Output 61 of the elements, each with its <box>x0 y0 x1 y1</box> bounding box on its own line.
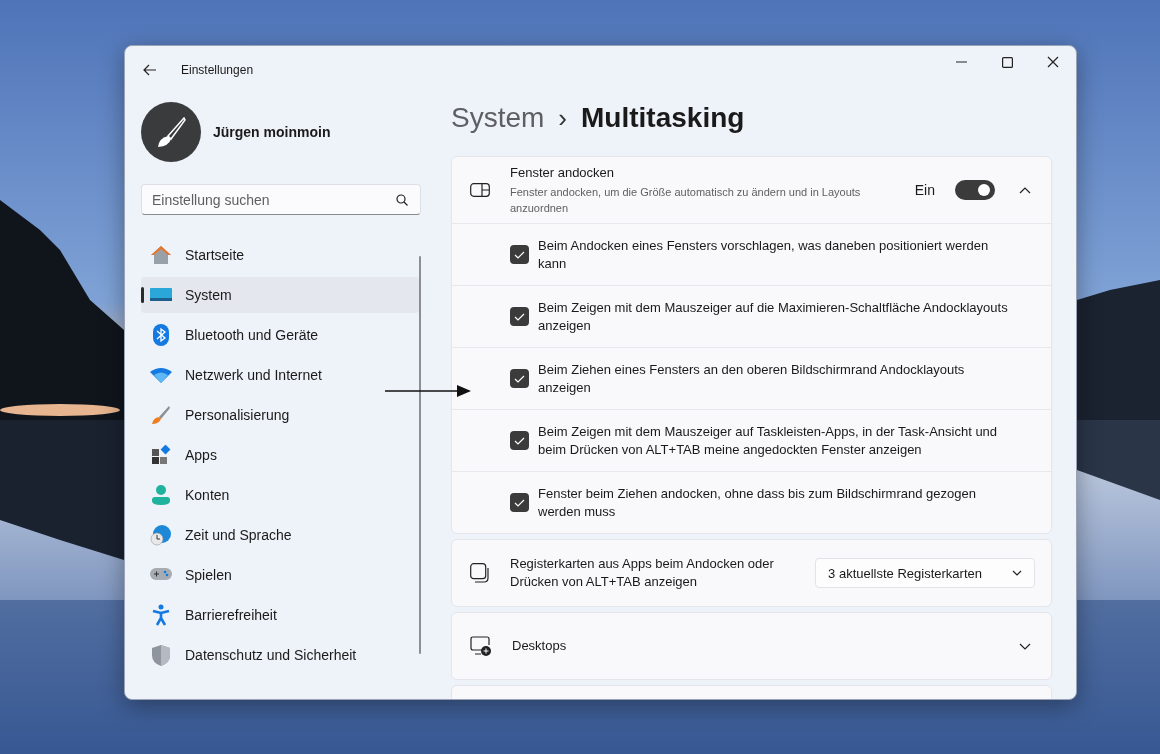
house-icon <box>150 245 172 265</box>
checkmark-icon <box>514 436 525 445</box>
sidebar-item[interactable]: Barrierefreiheit <box>141 597 419 633</box>
checkbox[interactable] <box>510 493 529 512</box>
monitor-plus-icon <box>470 635 492 657</box>
person-icon <box>151 485 171 505</box>
window-snap-icon <box>470 183 490 197</box>
checkmark-icon <box>514 498 525 507</box>
scrollbar-thumb[interactable] <box>419 256 421 654</box>
sidebar-item[interactable]: System <box>141 277 419 313</box>
checkbox[interactable] <box>510 245 529 264</box>
close-icon <box>1047 56 1059 68</box>
gamepad-icon <box>150 568 172 582</box>
sidebar-item[interactable]: Zeit und Sprache <box>141 517 419 553</box>
search-icon <box>396 194 408 206</box>
checkmark-icon <box>514 250 525 259</box>
checkbox[interactable] <box>510 307 529 326</box>
maximize-icon <box>1001 56 1013 68</box>
monitor-icon <box>150 287 172 303</box>
wifi-icon <box>150 367 172 383</box>
shield-icon <box>152 644 170 666</box>
sidebar-item[interactable]: Bluetooth und Geräte <box>141 317 419 353</box>
paintbrush-icon <box>156 116 186 148</box>
search-field[interactable]: Einstellung suchen <box>141 184 421 215</box>
back-arrow-icon <box>143 64 157 76</box>
breadcrumb-separator: › <box>558 102 568 134</box>
sidebar-item[interactable]: Personalisierung <box>141 397 419 433</box>
window-title: Einstellungen <box>181 63 255 77</box>
sidebar-item[interactable]: Datenschutz und Sicherheit <box>141 637 419 673</box>
minimize-icon <box>955 61 967 63</box>
checkbox-label: Beim Zeigen mit dem Mauszeiger auf Taskleisten-Apps, in der Task-Ansicht und beim Drücken von ALT+TAB meine angedockten Fenster anzeigen <box>538 422 999 459</box>
checkmark-icon <box>514 374 525 383</box>
chevron-icon <box>1012 570 1022 576</box>
accessibility-icon <box>152 604 170 626</box>
setting-title: Desktops <box>512 637 568 655</box>
breadcrumb-parent[interactable]: System <box>451 102 545 134</box>
bluetooth-icon <box>153 324 169 346</box>
checkbox-label: Beim Ziehen eines Fensters an den oberen Bildschirmrand Andocklayouts anzeigen <box>538 360 966 397</box>
globe-clock-icon <box>150 524 172 546</box>
checkbox-label: Beim Andocken eines Fensters vorschlagen, was daneben positioniert werden kann <box>538 236 990 273</box>
page-title: Multitasking <box>581 102 745 134</box>
toggle-label: Ein <box>914 182 935 198</box>
sidebar-item[interactable]: Netzwerk und Internet <box>141 357 419 393</box>
paintbrush-icon <box>151 405 171 425</box>
sidebar-item[interactable]: Apps <box>141 437 419 473</box>
user-name: Jürgen moinmoin <box>213 124 331 140</box>
sidebar-item[interactable]: Startseite <box>141 237 419 273</box>
stacked-windows-icon <box>470 563 490 583</box>
apps-icon <box>151 445 171 465</box>
dropdown[interactable]: 3 aktuellste Registerkarten <box>815 558 1035 588</box>
setting-title: Registerkarten aus Apps beim Andocken oder Drücken von ALT+TAB anzeigen <box>510 555 775 591</box>
checkbox[interactable] <box>510 431 529 450</box>
checkmark-icon <box>514 312 525 321</box>
checkbox-label: Fenster beim Ziehen andocken, ohne dass bis zum Bildschirmrand gezogen werden muss <box>538 484 977 521</box>
checkbox-label: Beim Zeigen mit dem Mauszeiger auf die Maximieren-Schaltfläche Andocklayouts anzeigen <box>538 298 1008 335</box>
setting-title: Fenster andocken <box>510 164 616 182</box>
sidebar-item[interactable]: Spielen <box>141 557 419 593</box>
toggle-switch[interactable] <box>955 180 995 200</box>
setting-description: Fenster andocken, um die Größe automatisch zu ändern und in Layouts anzuordnen <box>510 185 862 216</box>
checkbox[interactable] <box>510 369 529 388</box>
sidebar-item[interactable]: Konten <box>141 477 419 513</box>
